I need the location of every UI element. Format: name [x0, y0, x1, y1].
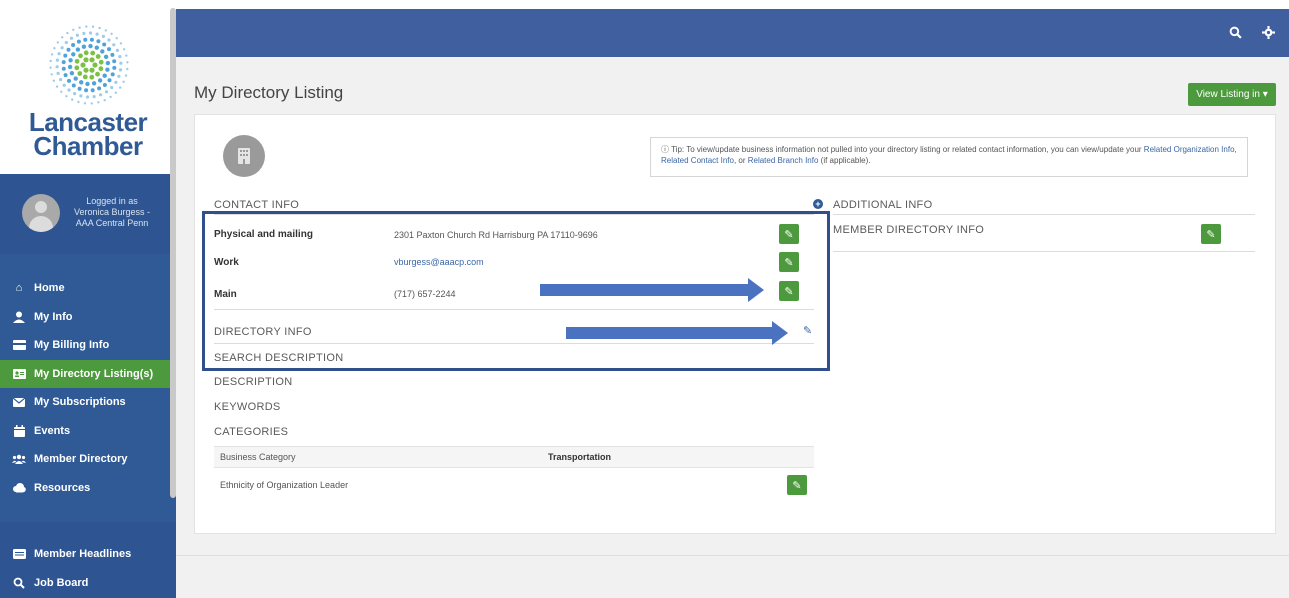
keywords-heading: KEYWORDS [214, 401, 281, 413]
sidebar-item-my-subscriptions[interactable]: My Subscriptions [0, 388, 170, 417]
logo[interactable]: Lancaster Chamber [0, 0, 176, 174]
sidebar-item-home[interactable]: ⌂ Home [0, 274, 170, 303]
envelope-icon [12, 395, 26, 409]
logo-text-line2: Chamber [33, 131, 143, 161]
newspaper-icon [12, 547, 26, 561]
logged-in-text: Logged in as Veronica Burgess - AAA Cent… [73, 196, 151, 228]
sidebar-nav: ⌂ Home My Info My Billing Info My Direct… [0, 274, 170, 502]
sidebar-item-my-directory-listings[interactable]: My Directory Listing(s) [0, 359, 170, 388]
search-icon[interactable] [1229, 26, 1242, 42]
sidebar-item-member-headlines[interactable]: Member Headlines [0, 540, 176, 569]
category-label: Business Category [220, 452, 296, 462]
category-value: Transportation [548, 452, 612, 462]
related-organization-info-link[interactable]: Related Organization Info [1144, 145, 1235, 154]
sidebar: Lancaster Chamber Logged in as Veronica … [0, 0, 176, 598]
sidebar-item-my-billing-info[interactable]: My Billing Info [0, 331, 170, 360]
top-bar [176, 9, 1289, 57]
contact-info-heading: CONTACT INFO [214, 199, 300, 211]
sidebar-item-my-info[interactable]: My Info [0, 303, 170, 332]
search-icon [12, 576, 26, 590]
related-contact-info-link[interactable]: Related Contact Info [661, 156, 734, 165]
sidebar-item-resources[interactable]: Resources [0, 474, 170, 503]
id-card-icon [12, 367, 26, 381]
home-icon: ⌂ [15, 282, 23, 295]
add-contact-icon[interactable]: + [813, 199, 823, 209]
annotation-arrow-shaft [540, 284, 750, 296]
additional-info-heading: ADDITIONAL INFO [833, 199, 933, 211]
chamber-logo-icon [49, 25, 129, 105]
tip-box: ⓘ Tip: To view/update business informati… [650, 137, 1248, 177]
person-icon [12, 310, 26, 324]
footer-divider [176, 555, 1289, 556]
annotation-arrow-shaft [566, 327, 774, 339]
category-label: Ethnicity of Organization Leader [220, 480, 349, 490]
member-directory-info-heading: MEMBER DIRECTORY INFO [833, 224, 985, 236]
annotation-arrow-icon [748, 278, 764, 302]
building-icon [223, 135, 265, 177]
page-title: My Directory Listing [194, 83, 344, 102]
user-block: Logged in as Veronica Burgess - AAA Cent… [0, 174, 170, 254]
categories-heading: CATEGORIES [214, 426, 289, 438]
sidebar-item-member-directory[interactable]: Member Directory [0, 445, 170, 474]
calendar-icon [12, 424, 26, 438]
cloud-icon [12, 481, 26, 495]
edit-categories-button[interactable]: ✎ [787, 475, 807, 495]
view-listing-button[interactable]: View Listing in ▾ [1188, 83, 1276, 106]
sidebar-item-events[interactable]: Events [0, 417, 170, 446]
divider [833, 251, 1255, 252]
category-table-header-row [214, 446, 814, 468]
edit-member-directory-info-button[interactable]: ✎ [1201, 224, 1221, 244]
sidebar-item-job-board[interactable]: Job Board [0, 569, 176, 598]
users-icon [12, 452, 26, 466]
related-branch-info-link[interactable]: Related Branch Info [748, 156, 819, 165]
divider [833, 214, 1255, 215]
avatar [22, 194, 60, 232]
sidebar-bottom-nav: Member Headlines Job Board [0, 522, 176, 598]
annotation-arrow-icon [772, 321, 788, 345]
credit-card-icon [12, 338, 26, 352]
description-heading: DESCRIPTION [214, 376, 293, 388]
gear-icon[interactable] [1262, 26, 1275, 42]
